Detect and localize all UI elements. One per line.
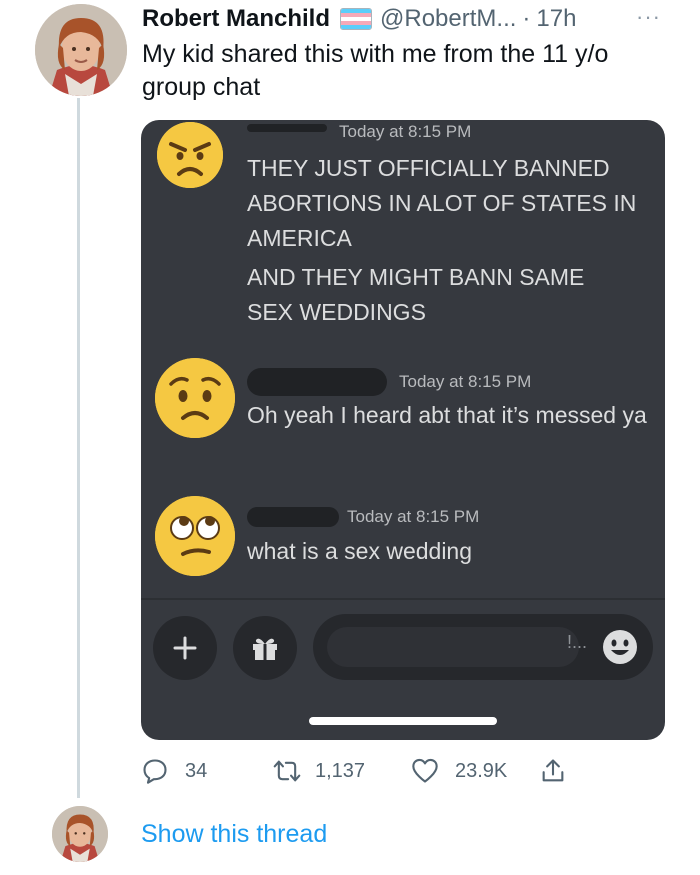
worried-face-emoji-avatar [155, 358, 235, 438]
message-1-text: THEY JUST OFFICIALLY BANNED ABORTIONS IN… [247, 151, 647, 330]
redacted-username [247, 507, 339, 527]
message-3-meta: Today at 8:15 PM [247, 507, 479, 527]
message-3-line-1: what is a sex wedding [247, 538, 473, 564]
redacted-username [247, 368, 387, 396]
message-2-meta: Today at 8:15 PM [247, 368, 531, 396]
tweet-actions: 34 1,137 23.9K [141, 757, 581, 787]
retweet-icon [273, 760, 301, 782]
tweet-timestamp[interactable]: 17h [536, 5, 576, 33]
reply-count: 34 [185, 759, 208, 782]
heart-icon [412, 758, 438, 783]
gift-icon [253, 638, 277, 660]
author-avatar-image [35, 4, 127, 96]
eye-roll-face-emoji-avatar [155, 496, 235, 576]
retweet-count: 1,137 [315, 759, 366, 782]
redacted-username [247, 124, 327, 132]
tweet-header: Robert Manchild @RobertM... · 17h [142, 2, 576, 36]
message-3-text: what is a sex wedding [247, 534, 647, 569]
message-2-text: Oh yeah I heard abt that it’s messed ya [247, 398, 647, 433]
author-handle[interactable]: @RobertM... [380, 5, 516, 33]
thread-connector-line [77, 98, 80, 798]
smile-icon [603, 630, 637, 664]
tweet-text: My kid shared this with me from the 11 y… [142, 40, 609, 101]
gift-button[interactable] [233, 616, 297, 680]
worried-face-icon [155, 358, 235, 438]
message-1-timestamp: Today at 8:15 PM [339, 122, 472, 141]
reply-icon [143, 759, 167, 784]
thread-avatar-image [52, 806, 108, 862]
chat-divider [141, 598, 665, 600]
plus-icon [173, 636, 197, 660]
author-avatar[interactable] [35, 4, 127, 96]
home-indicator [309, 717, 497, 725]
angry-face-icon [157, 122, 223, 188]
share-icon [542, 759, 564, 782]
message-1-line-1: THEY JUST OFFICIALLY BANNED ABORTIONS IN… [247, 155, 637, 251]
emoji-picker-button[interactable] [601, 628, 639, 666]
header-separator: · [522, 5, 531, 32]
message-input-redacted-placeholder [327, 627, 579, 667]
like-button[interactable]: 23.9K [411, 757, 507, 785]
message-1-line-2: AND THEY MIGHT BANN SAME SEX WEDDINGS [247, 264, 585, 325]
author-display-name[interactable]: Robert Manchild [142, 5, 330, 33]
eye-roll-face-icon [155, 496, 235, 576]
input-placeholder-ellipsis: !... [567, 632, 588, 652]
show-thread-link[interactable]: Show this thread [141, 820, 327, 849]
add-attachment-button[interactable] [153, 616, 217, 680]
thread-avatar[interactable] [52, 806, 108, 862]
message-2-timestamp: Today at 8:15 PM [399, 372, 532, 391]
message-1-meta: Today at 8:15 PM [247, 122, 471, 142]
more-options-icon[interactable]: ··· [636, 4, 661, 30]
message-2-line-1: Oh yeah I heard abt that it’s messed ya [247, 402, 647, 428]
reply-button[interactable]: 34 [141, 757, 207, 785]
retweet-button[interactable]: 1,137 [273, 757, 365, 785]
share-button[interactable] [539, 757, 583, 785]
message-3-timestamp: Today at 8:15 PM [347, 507, 480, 526]
trans-flag-icon [340, 8, 373, 30]
angry-face-emoji-avatar [157, 122, 223, 188]
attached-image[interactable]: Today at 8:15 PM THEY JUST OFFICIALLY BA… [141, 120, 665, 740]
like-count: 23.9K [455, 759, 508, 782]
